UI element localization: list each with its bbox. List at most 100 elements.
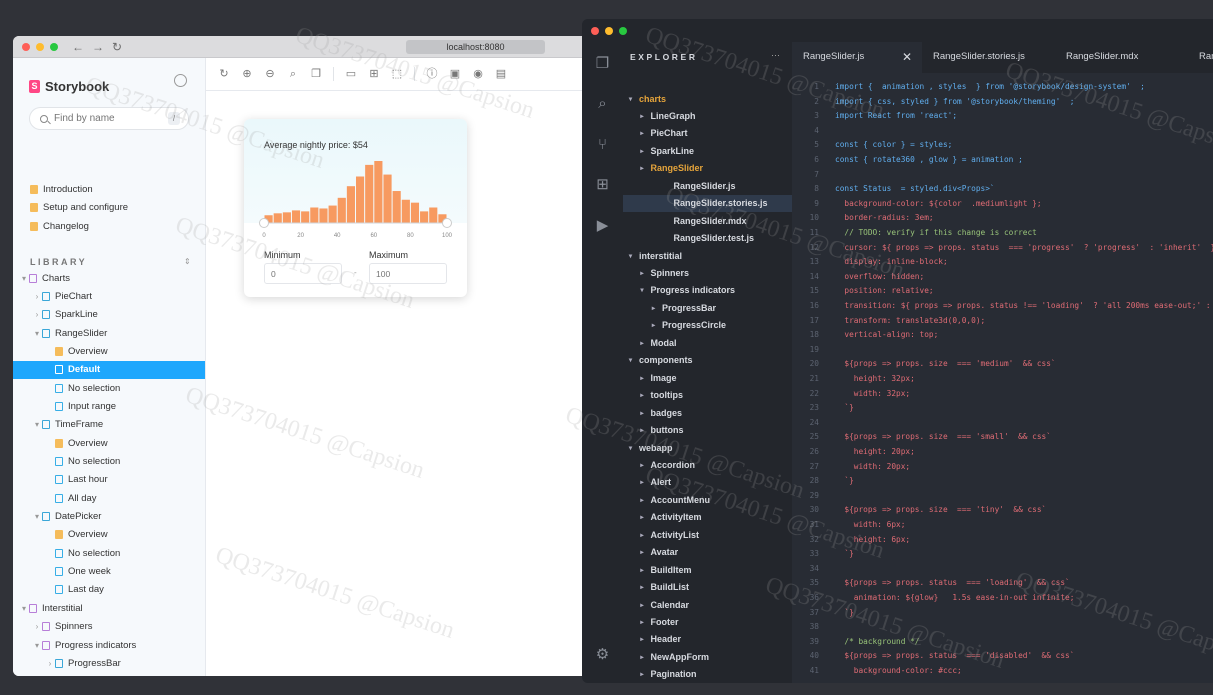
file-tree-item[interactable]: ▸ BuildList	[623, 579, 792, 596]
chevron-right-icon[interactable]: ▸	[649, 321, 658, 329]
file-tree-item[interactable]: ▸ badges	[623, 404, 792, 421]
minimum-input[interactable]	[264, 263, 342, 284]
sidebar-tree-item[interactable]: All day	[13, 489, 205, 507]
code-line[interactable]: 6 const { rotate360 , glow } = animation …	[792, 153, 1022, 167]
file-tree-item[interactable]: ▸ Header	[623, 631, 792, 648]
image-icon[interactable]: ▣	[449, 68, 461, 80]
sidebar-tree-item[interactable]: ▾ RangeSlider	[13, 324, 205, 342]
min-slider-handle[interactable]	[259, 218, 269, 228]
file-tree-item[interactable]: ▸ ProgressCircle	[623, 317, 792, 334]
file-tree-item[interactable]: ▸ Avatar	[623, 544, 792, 561]
code-line[interactable]: 18 vertical-align: top;	[792, 328, 939, 342]
sidebar-tree-item[interactable]: ▾ Interstitial	[13, 599, 205, 617]
code-line[interactable]: 28 `}	[792, 474, 854, 488]
reload-icon[interactable]: ↻	[112, 40, 122, 54]
code-line[interactable]: 32 height: 6px;	[792, 533, 911, 547]
search-box[interactable]: /	[29, 107, 189, 130]
sidebar-tree-item[interactable]: Overview	[13, 342, 205, 360]
close-window-button[interactable]	[22, 42, 30, 51]
code-line[interactable]: 19	[792, 343, 835, 357]
manage-gear-icon[interactable]: ⚙	[594, 646, 611, 663]
chevron-right-icon[interactable]: ▸	[638, 409, 647, 417]
chevron-right-icon[interactable]: ▸	[638, 112, 647, 120]
code-line[interactable]: 40 ${props => props. status === 'disable…	[792, 649, 1075, 663]
code-area[interactable]: 1 import { animation , styles } from '@st…	[792, 73, 1213, 683]
file-tree-item[interactable]: ▸ Image	[623, 369, 792, 386]
code-line[interactable]: 9 background-color: ${color .mediumlight…	[792, 197, 1041, 211]
tab-rangeslider-stories[interactable]: RangeSlider.stories.js	[922, 42, 1055, 73]
sidebar-tree-item[interactable]: Last hour	[13, 471, 205, 489]
code-line[interactable]: 23 `}	[792, 401, 854, 415]
chevron-down-icon[interactable]: ▾	[19, 604, 29, 613]
viewport-icon[interactable]: ▭	[345, 68, 357, 80]
snapshot-icon[interactable]: ◉	[472, 68, 484, 80]
chevron-right-icon[interactable]: ▸	[638, 653, 647, 661]
code-line[interactable]: 37 `}	[792, 606, 854, 620]
close-window-button[interactable]	[591, 26, 599, 35]
code-line[interactable]: 33 `}	[792, 547, 854, 561]
file-tree-item[interactable]: RangeSlider.mdx	[623, 212, 792, 229]
code-line[interactable]: 26 height: 20px;	[792, 445, 915, 459]
sidebar-tree-item[interactable]: Overview	[13, 434, 205, 452]
search-icon[interactable]: ⌕	[594, 95, 611, 112]
file-tree-item[interactable]: RangeSlider.test.js	[623, 230, 792, 247]
chevron-right-icon[interactable]: ▸	[638, 670, 647, 678]
chevron-right-icon[interactable]: ▸	[638, 478, 647, 486]
chevron-down-icon[interactable]: ▾	[626, 252, 635, 260]
sidebar-tree-item[interactable]: › SparkLine	[13, 306, 205, 324]
code-line[interactable]: 1 import { animation , styles } from '@st…	[792, 80, 1145, 94]
histogram-chart[interactable]: 0 20 40 60 80 100	[244, 119, 467, 244]
code-line[interactable]: 31 width: 6px;	[792, 518, 906, 532]
file-tree-item[interactable]: ▸ Alert	[623, 474, 792, 491]
accessibility-icon[interactable]: ⓘ	[426, 68, 438, 80]
sidebar-tree-item[interactable]: ▾ DatePicker	[13, 508, 205, 526]
sidebar-tree-item[interactable]: Overview	[13, 526, 205, 544]
file-tree-item[interactable]: ▸ Footer	[623, 614, 792, 631]
max-slider-handle[interactable]	[442, 218, 452, 228]
file-tree-item[interactable]: ▸ Pagination	[623, 666, 792, 683]
sidebar-tree-item[interactable]: Default	[13, 360, 205, 379]
grid-icon[interactable]: ⊞	[368, 68, 380, 80]
tab-overflow[interactable]: Ran	[1185, 42, 1213, 73]
expand-collapse-icon[interactable]: ⇕	[184, 257, 191, 266]
chevron-right-icon[interactable]: ▸	[638, 147, 647, 155]
file-tree-item[interactable]: ▸ Accordion	[623, 456, 792, 473]
file-tree-item[interactable]: ▸ RangeSlider	[623, 160, 792, 177]
chevron-right-icon[interactable]: ▸	[638, 635, 647, 643]
chevron-right-icon[interactable]: ▸	[638, 164, 647, 172]
zoom-in-icon[interactable]: ⊕	[241, 68, 253, 80]
chevron-down-icon[interactable]: ▾	[19, 274, 29, 283]
url-bar[interactable]: localhost:8080	[406, 40, 545, 54]
code-line[interactable]: 36 animation: ${glow} 1.5s ease-in-out i…	[792, 591, 1075, 605]
sidebar-tree-item[interactable]: Last day	[13, 581, 205, 599]
sidebar-tree-item[interactable]: Input range	[13, 397, 205, 415]
sidebar-tree-item[interactable]: No selection	[13, 544, 205, 562]
file-tree-item[interactable]: ▸ buttons	[623, 422, 792, 439]
minimize-window-button[interactable]	[36, 42, 44, 51]
code-line[interactable]: 3 import React from 'react';	[792, 109, 957, 123]
file-tree-item[interactable]: ▾ webapp	[623, 439, 792, 456]
code-line[interactable]: 22 width: 32px;	[792, 387, 911, 401]
sidebar-tree-item[interactable]: › ProgressBar	[13, 654, 205, 672]
code-line[interactable]: 41 background-color: #ccc;	[792, 664, 962, 678]
code-line[interactable]: 4	[792, 124, 835, 138]
sidebar-tree-item[interactable]: ▾ TimeFrame	[13, 416, 205, 434]
sidebar-doc-link[interactable]: Introduction	[13, 180, 205, 198]
tab-rangeslider-mdx[interactable]: RangeSlider.mdx	[1055, 42, 1185, 73]
chevron-down-icon[interactable]: ▾	[626, 444, 635, 452]
file-tree-item[interactable]: ▸ PieChart	[623, 125, 792, 142]
settings-gear-icon[interactable]	[174, 74, 187, 87]
sidebar-tree-item[interactable]: One week	[13, 563, 205, 581]
file-tree-item[interactable]: ▸ NewAppForm	[623, 648, 792, 665]
chevron-right-icon[interactable]: ▸	[638, 496, 647, 504]
code-line[interactable]: 14 overflow: hidden;	[792, 270, 925, 284]
chevron-right-icon[interactable]: ▸	[638, 548, 647, 556]
code-line[interactable]: 24	[792, 416, 835, 430]
code-line[interactable]: 34	[792, 562, 835, 576]
file-tree-item[interactable]: ▾ components	[623, 352, 792, 369]
code-line[interactable]: 39 /* background */	[792, 635, 920, 649]
code-line[interactable]: 25 ${props => props. size === 'small' &&…	[792, 430, 1051, 444]
code-line[interactable]: 10 border-radius: 3em;	[792, 211, 934, 225]
chevron-right-icon[interactable]: ▸	[638, 374, 647, 382]
code-line[interactable]: 8 const Status = styled.div<Props>`	[792, 182, 994, 196]
